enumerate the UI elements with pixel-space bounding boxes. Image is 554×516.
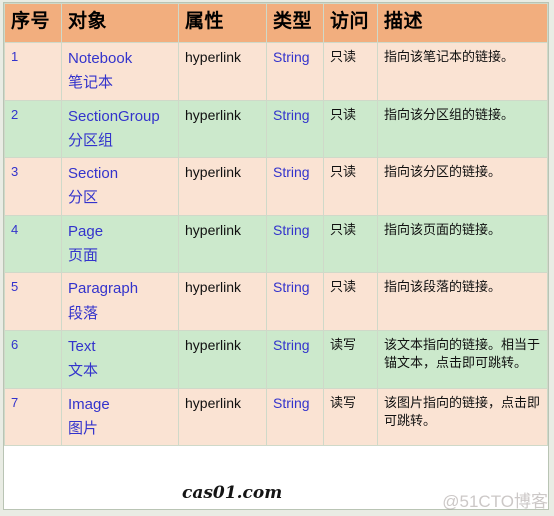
cell-object: Notebook 笔记本 xyxy=(61,41,179,101)
cell-index: 1 xyxy=(4,41,62,101)
column-header-type: 类型 xyxy=(266,3,324,43)
cell-description: 该图片指向的链接，点击即可跳转。 xyxy=(377,387,548,447)
object-name-en: Page xyxy=(68,222,104,240)
table-row: 3 Section 分区 hyperlink String 只读 指向该分区的链接… xyxy=(4,157,548,216)
cell-type: String xyxy=(266,329,324,389)
cell-description: 该文本指向的链接。相当于锚文本，点击即可跳转。 xyxy=(377,329,548,389)
column-header-property: 属性 xyxy=(178,3,267,43)
cell-access: 只读 xyxy=(323,41,378,101)
table-row: 6 Text 文本 hyperlink String 读写 该文本指向的链接。相当… xyxy=(4,329,548,389)
cell-index: 5 xyxy=(4,272,62,331)
cell-access: 读写 xyxy=(323,387,378,447)
object-name-cn: 分区组 xyxy=(68,131,114,149)
cell-type: String xyxy=(266,99,324,159)
cell-property: hyperlink xyxy=(178,272,267,331)
cell-type: String xyxy=(266,41,324,101)
column-header-object: 对象 xyxy=(61,3,179,43)
column-header-description: 描述 xyxy=(377,3,548,43)
cell-access: 只读 xyxy=(323,99,378,159)
cell-object: Section 分区 xyxy=(61,157,179,216)
cell-access: 只读 xyxy=(323,214,378,274)
cell-description: 指向该分区组的链接。 xyxy=(377,99,548,159)
object-name-en: Image xyxy=(68,395,110,413)
cell-property: hyperlink xyxy=(178,157,267,216)
cell-access: 只读 xyxy=(323,272,378,331)
cell-type: String xyxy=(266,157,324,216)
cell-type: String xyxy=(266,214,324,274)
object-name-cn: 段落 xyxy=(68,304,99,322)
cell-description: 指向该段落的链接。 xyxy=(377,272,548,331)
object-name-en: Section xyxy=(68,165,119,183)
table-row: 5 Paragraph 段落 hyperlink String 只读 指向该段落的… xyxy=(4,272,548,331)
cell-type: String xyxy=(266,272,324,331)
object-name-cn: 笔记本 xyxy=(68,74,114,92)
column-header-index: 序号 xyxy=(4,3,62,43)
cell-description: 指向该页面的链接。 xyxy=(377,214,548,274)
object-name-cn: 页面 xyxy=(68,247,99,265)
column-header-access: 访问 xyxy=(323,3,378,43)
cell-object: Text 文本 xyxy=(61,329,179,389)
cell-index: 4 xyxy=(4,214,62,274)
cell-access: 只读 xyxy=(323,157,378,216)
object-properties-table: 序号 对象 属性 类型 访问 描述 1 Notebook 笔记本 hyperlin… xyxy=(4,3,548,447)
table-row: 7 Image 图片 hyperlink String 读写 该图片指向的链接，点… xyxy=(4,387,548,447)
object-name-en: Paragraph xyxy=(68,280,139,298)
cell-object: SectionGroup 分区组 xyxy=(61,99,179,159)
table-body: 1 Notebook 笔记本 hyperlink String 只读 指向该笔记本… xyxy=(4,41,548,447)
table-row: 4 Page 页面 hyperlink String 只读 指向该页面的链接。 xyxy=(4,214,548,274)
cell-object: Page 页面 xyxy=(61,214,179,274)
cell-index: 7 xyxy=(4,387,62,447)
cell-index: 6 xyxy=(4,329,62,389)
cell-description: 指向该笔记本的链接。 xyxy=(377,41,548,101)
object-name-cn: 图片 xyxy=(68,419,99,437)
table-row: 2 SectionGroup 分区组 hyperlink String 只读 指向… xyxy=(4,99,548,159)
table-header: 序号 对象 属性 类型 访问 描述 xyxy=(4,3,548,43)
cell-property: hyperlink xyxy=(178,329,267,389)
cell-object: Paragraph 段落 xyxy=(61,272,179,331)
cell-property: hyperlink xyxy=(178,41,267,101)
cell-type: String xyxy=(266,387,324,447)
properties-table-frame: 序号 对象 属性 类型 访问 描述 1 Notebook 笔记本 hyperlin… xyxy=(3,2,549,510)
cell-index: 2 xyxy=(4,99,62,159)
object-name-cn: 文本 xyxy=(68,362,99,380)
header-row: 序号 对象 属性 类型 访问 描述 xyxy=(4,3,548,43)
object-name-en: Text xyxy=(68,337,96,355)
cell-property: hyperlink xyxy=(178,387,267,447)
cell-property: hyperlink xyxy=(178,214,267,274)
cell-description: 指向该分区的链接。 xyxy=(377,157,548,216)
cell-property: hyperlink xyxy=(178,99,267,159)
cell-access: 读写 xyxy=(323,329,378,389)
cell-index: 3 xyxy=(4,157,62,216)
table-row: 1 Notebook 笔记本 hyperlink String 只读 指向该笔记本… xyxy=(4,41,548,101)
object-name-en: Notebook xyxy=(68,49,133,67)
object-name-cn: 分区 xyxy=(68,189,99,207)
cell-object: Image 图片 xyxy=(61,387,179,447)
object-name-en: SectionGroup xyxy=(68,107,160,125)
